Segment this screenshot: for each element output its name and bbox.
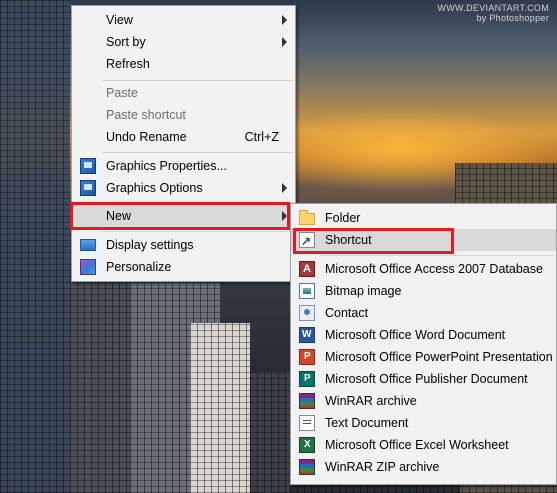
annotation-highlight-shortcut — [293, 228, 454, 254]
contact-icon — [299, 305, 315, 321]
menu-item-sort-by[interactable]: Sort by — [72, 31, 295, 53]
menu-item-label: WinRAR ZIP archive — [325, 460, 440, 474]
menu-separator — [102, 231, 293, 232]
menu-item-label: Microsoft Office PowerPoint Presentation — [325, 350, 553, 364]
menu-item-label: Contact — [325, 306, 369, 320]
menu-item-label: WinRAR archive — [325, 394, 417, 408]
menu-item-graphics-options[interactable]: Graphics Options — [72, 177, 295, 199]
graphics-icon — [80, 158, 96, 174]
menu-separator — [321, 255, 554, 256]
chevron-right-icon — [282, 15, 287, 25]
text-document-icon — [299, 415, 315, 431]
submenu-item-winrar-zip-archive[interactable]: WinRAR ZIP archive — [291, 456, 556, 478]
wallpaper-building — [190, 323, 250, 493]
monitor-icon — [80, 239, 96, 251]
publisher-icon — [299, 371, 315, 387]
menu-item-view[interactable]: View — [72, 9, 295, 31]
excel-icon — [299, 437, 315, 453]
submenu-item-publisher-document[interactable]: Microsoft Office Publisher Document — [291, 368, 556, 390]
submenu-item-bitmap-image[interactable]: Bitmap image — [291, 280, 556, 302]
wallpaper-building — [250, 373, 295, 493]
menu-item-label: Microsoft Office Excel Worksheet — [325, 438, 509, 452]
menu-item-label: Graphics Properties... — [106, 159, 227, 173]
menu-item-label: Sort by — [106, 35, 146, 49]
menu-item-label: Paste — [106, 86, 138, 100]
menu-item-label: Refresh — [106, 57, 150, 71]
menu-item-undo-rename[interactable]: Undo Rename Ctrl+Z — [72, 126, 295, 148]
menu-item-label: Bitmap image — [325, 284, 402, 298]
access-icon — [299, 261, 315, 277]
winrar-icon — [299, 459, 315, 475]
annotation-highlight-new — [70, 202, 290, 230]
graphics-icon — [80, 180, 96, 196]
desktop-context-menu: View Sort by Refresh Paste Paste shortcu… — [71, 5, 296, 282]
submenu-item-text-document[interactable]: Text Document — [291, 412, 556, 434]
menu-item-label: Display settings — [106, 238, 194, 252]
menu-item-label: View — [106, 13, 133, 27]
menu-item-label: Graphics Options — [106, 181, 203, 195]
menu-separator — [102, 80, 293, 81]
menu-item-graphics-properties[interactable]: Graphics Properties... — [72, 155, 295, 177]
wallpaper-watermark: WWW.DEVIANTART.COM by Photoshopper — [437, 3, 549, 23]
chevron-right-icon — [282, 183, 287, 193]
submenu-item-contact[interactable]: Contact — [291, 302, 556, 324]
menu-item-label: Microsoft Office Publisher Document — [325, 372, 528, 386]
menu-item-label: Paste shortcut — [106, 108, 186, 122]
menu-item-refresh[interactable]: Refresh — [72, 53, 295, 75]
submenu-item-access-database[interactable]: Microsoft Office Access 2007 Database — [291, 258, 556, 280]
chevron-right-icon — [282, 37, 287, 47]
menu-item-label: Microsoft Office Access 2007 Database — [325, 262, 543, 276]
menu-separator — [102, 152, 293, 153]
powerpoint-icon — [299, 349, 315, 365]
menu-item-paste-shortcut[interactable]: Paste shortcut — [72, 104, 295, 126]
menu-item-paste[interactable]: Paste — [72, 82, 295, 104]
menu-item-label: Undo Rename — [106, 130, 187, 144]
menu-item-label: Folder — [325, 211, 361, 225]
bitmap-icon — [299, 283, 315, 299]
menu-item-label: Text Document — [325, 416, 409, 430]
winrar-icon — [299, 393, 315, 409]
submenu-item-folder[interactable]: Folder — [291, 207, 556, 229]
personalize-icon — [80, 259, 96, 275]
menu-item-personalize[interactable]: Personalize — [72, 256, 295, 278]
submenu-item-excel-worksheet[interactable]: Microsoft Office Excel Worksheet — [291, 434, 556, 456]
menu-item-shortcut-key: Ctrl+Z — [244, 130, 279, 144]
folder-icon — [299, 210, 315, 225]
wallpaper-building — [70, 263, 130, 493]
submenu-item-winrar-archive[interactable]: WinRAR archive — [291, 390, 556, 412]
submenu-item-powerpoint-presentation[interactable]: Microsoft Office PowerPoint Presentation — [291, 346, 556, 368]
wallpaper-building — [0, 0, 70, 493]
word-icon — [299, 327, 315, 343]
menu-item-display-settings[interactable]: Display settings — [72, 234, 295, 256]
menu-item-label: Microsoft Office Word Document — [325, 328, 506, 342]
submenu-item-word-document[interactable]: Microsoft Office Word Document — [291, 324, 556, 346]
menu-item-label: Personalize — [106, 260, 172, 274]
